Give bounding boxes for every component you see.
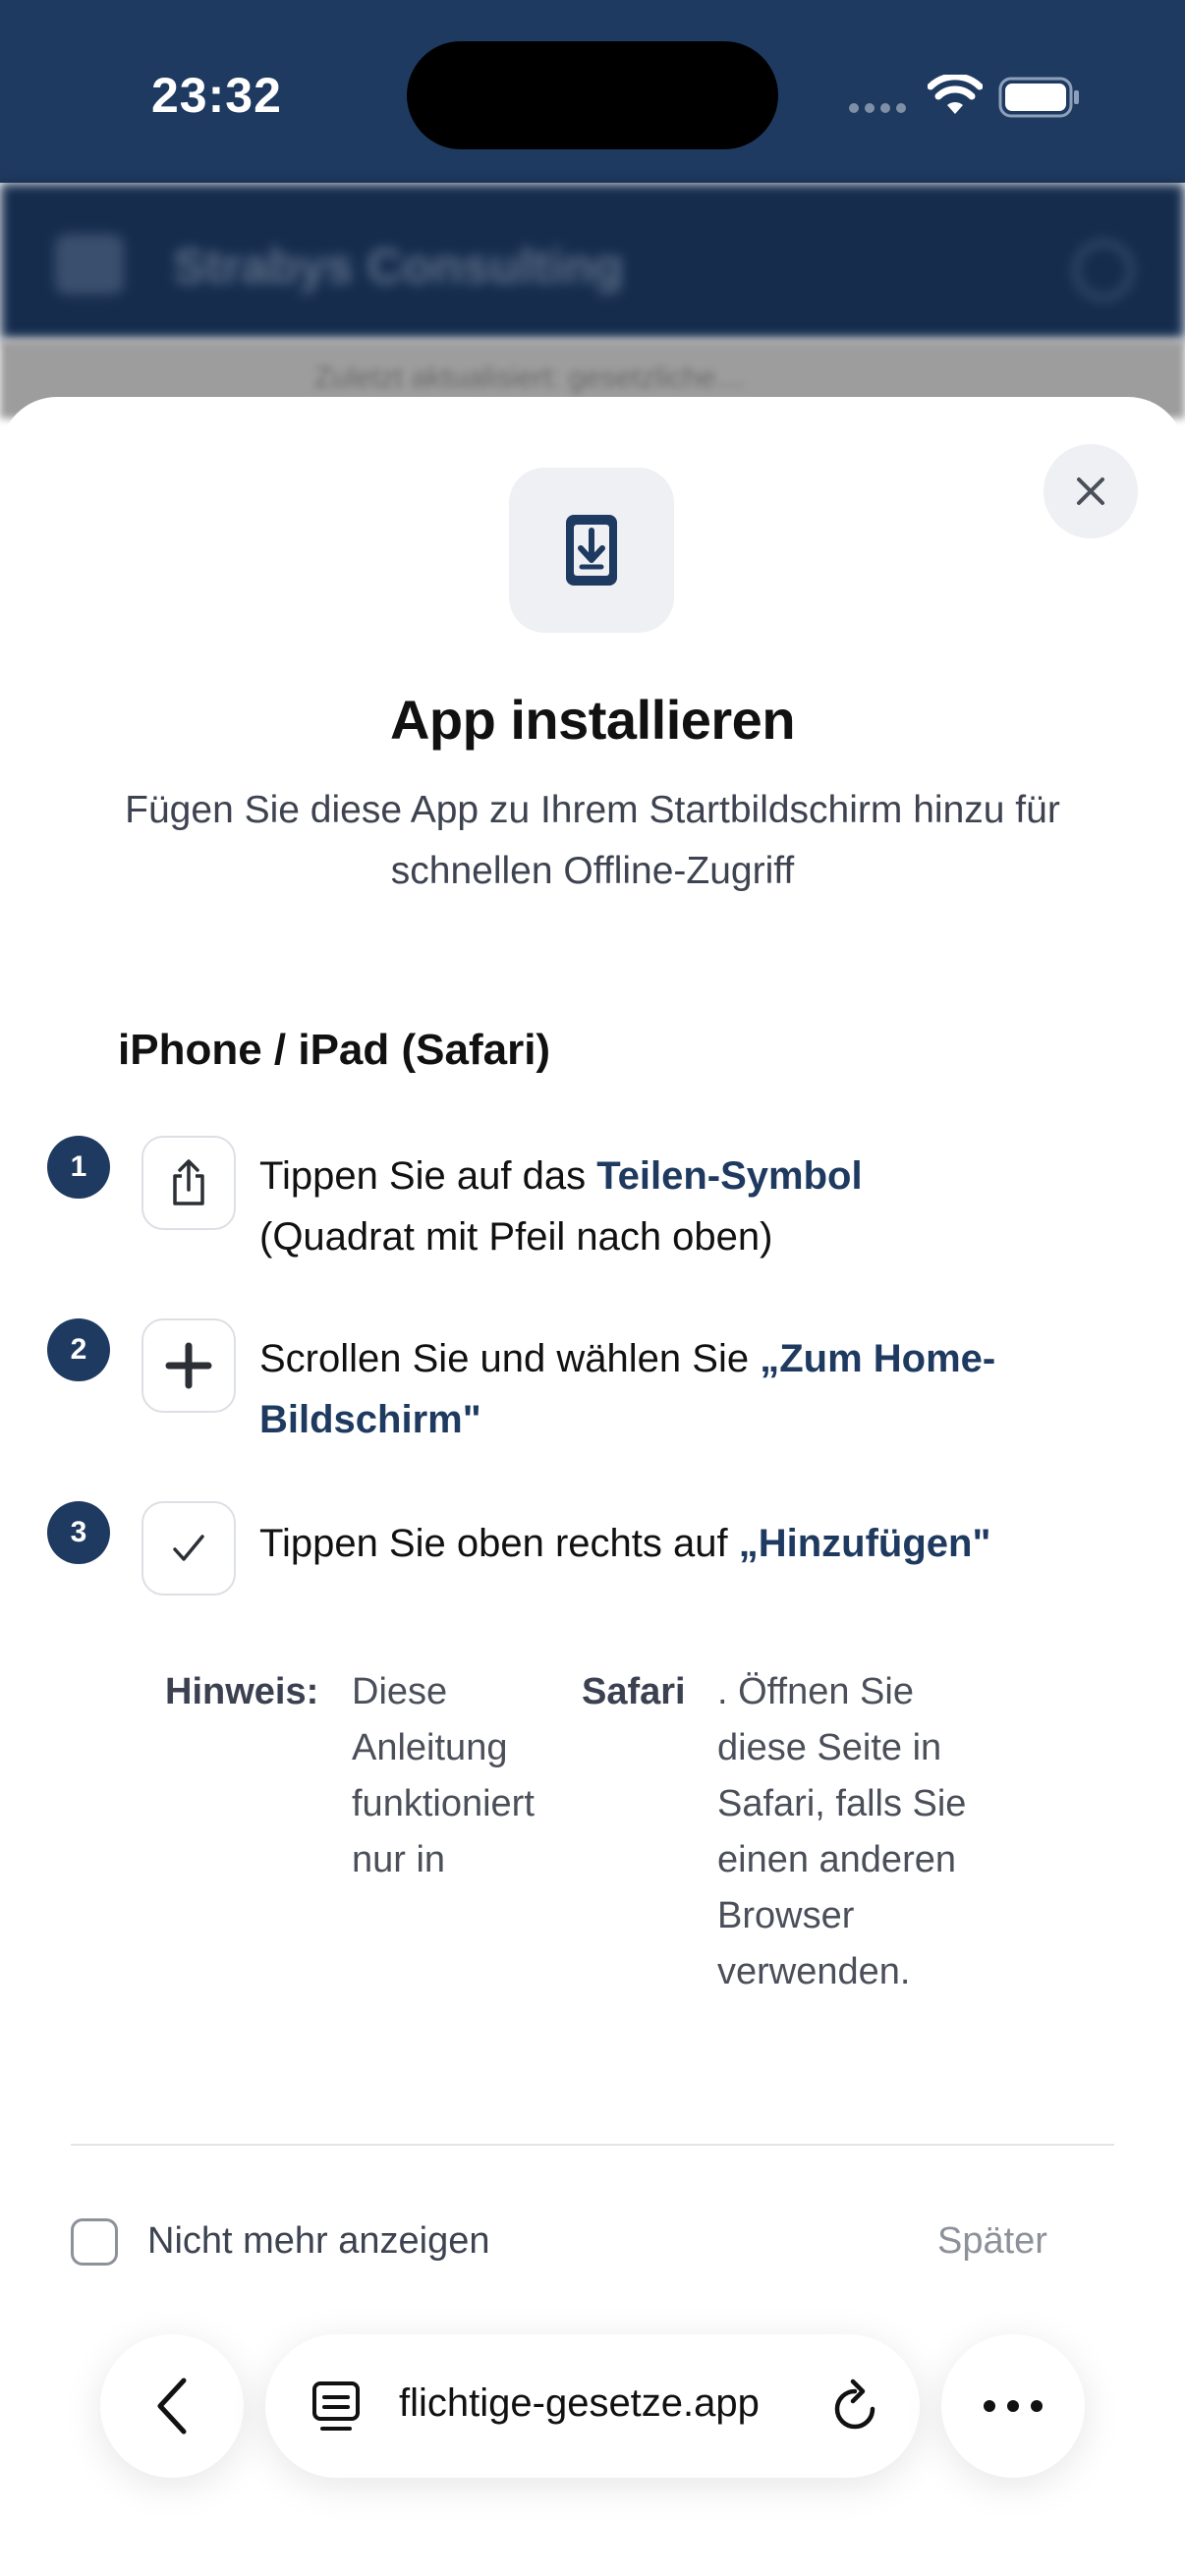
step-3-highlight: „Hinzufügen" (738, 1522, 991, 1565)
step-1-text: Tippen Sie auf das Teilen-Symbol (Quadra… (259, 1146, 1065, 1267)
background-app-header: Strabys Consulting (0, 183, 1185, 340)
note-part-2: . Öffnen Sie diese Seite in Safari, fall… (717, 1671, 967, 1992)
footer-divider (71, 2144, 1114, 2146)
step-2-number: 2 (47, 1318, 110, 1381)
more-button[interactable] (941, 2334, 1085, 2478)
checkmark-icon (173, 1535, 204, 1561)
note-part-1: Diese Anleitung funktioniert nur in (352, 1671, 535, 1880)
status-time: 23:32 (151, 68, 282, 123)
address-bar[interactable]: flichtige-gesetze.app (265, 2334, 920, 2478)
dont-show-again-checkbox[interactable] (71, 2218, 118, 2266)
later-button[interactable]: Später (937, 2220, 1047, 2263)
wifi-icon (928, 75, 983, 114)
step-2-text-before: Scrollen Sie und wählen Sie (259, 1337, 761, 1380)
note-bold: Safari (582, 1671, 686, 1712)
step-1-number: 1 (47, 1136, 110, 1199)
account-icon (1073, 240, 1134, 301)
platform-title: iPhone / iPad (Safari) (118, 1026, 551, 1074)
more-dots-icon (984, 2400, 1043, 2412)
phone-download-icon (566, 515, 617, 586)
step-1-text-after: (Quadrat mit Pfeil nach oben) (259, 1215, 773, 1259)
step-3-text-before: Tippen Sie oben rechts auf (259, 1522, 739, 1565)
step-3-icon-box (141, 1501, 236, 1596)
dont-show-again-label[interactable]: Nicht mehr anzeigen (147, 2220, 490, 2263)
close-icon (1077, 477, 1104, 505)
step-1-icon-box (141, 1136, 236, 1230)
page-menu-icon[interactable] (310, 2380, 362, 2435)
share-icon (173, 1159, 204, 1205)
cellular-signal-icon (849, 100, 912, 118)
step-2-text: Scrollen Sie und wählen Sie „Zum Home-Bi… (259, 1328, 1065, 1450)
note-label: Hinweis: (165, 1671, 319, 1712)
plus-icon (165, 1342, 212, 1389)
app-logo (55, 234, 124, 295)
close-button[interactable] (1044, 444, 1138, 538)
chevron-left-icon (157, 2378, 187, 2435)
reload-icon[interactable] (827, 2378, 882, 2436)
url-text[interactable]: flichtige-gesetze.app (399, 2381, 812, 2426)
step-1-text-before: Tippen Sie auf das (259, 1154, 597, 1198)
status-bar: 23:32 (0, 0, 1185, 183)
install-app-hero (509, 468, 674, 633)
battery-icon (998, 77, 1079, 118)
sheet-title: App installieren (389, 689, 796, 751)
step-1-highlight: Teilen-Symbol (596, 1154, 863, 1198)
back-button[interactable] (100, 2334, 244, 2478)
dynamic-island (407, 41, 778, 149)
step-3-text: Tippen Sie oben rechts auf „Hinzufügen" (259, 1513, 1065, 1574)
step-2-icon-box (141, 1318, 236, 1413)
background-app-title: Strabys Consulting (173, 239, 624, 294)
step-3-number: 3 (47, 1501, 110, 1564)
sheet-subtitle: Fügen Sie diese App zu Ihrem Startbildsc… (125, 789, 1060, 892)
background-strip-text: Zuletzt aktualisiert: gesetzliche… (314, 362, 746, 394)
safari-note: Hinweis: Diese Anleitung funktioniert nu… (165, 1664, 990, 1998)
